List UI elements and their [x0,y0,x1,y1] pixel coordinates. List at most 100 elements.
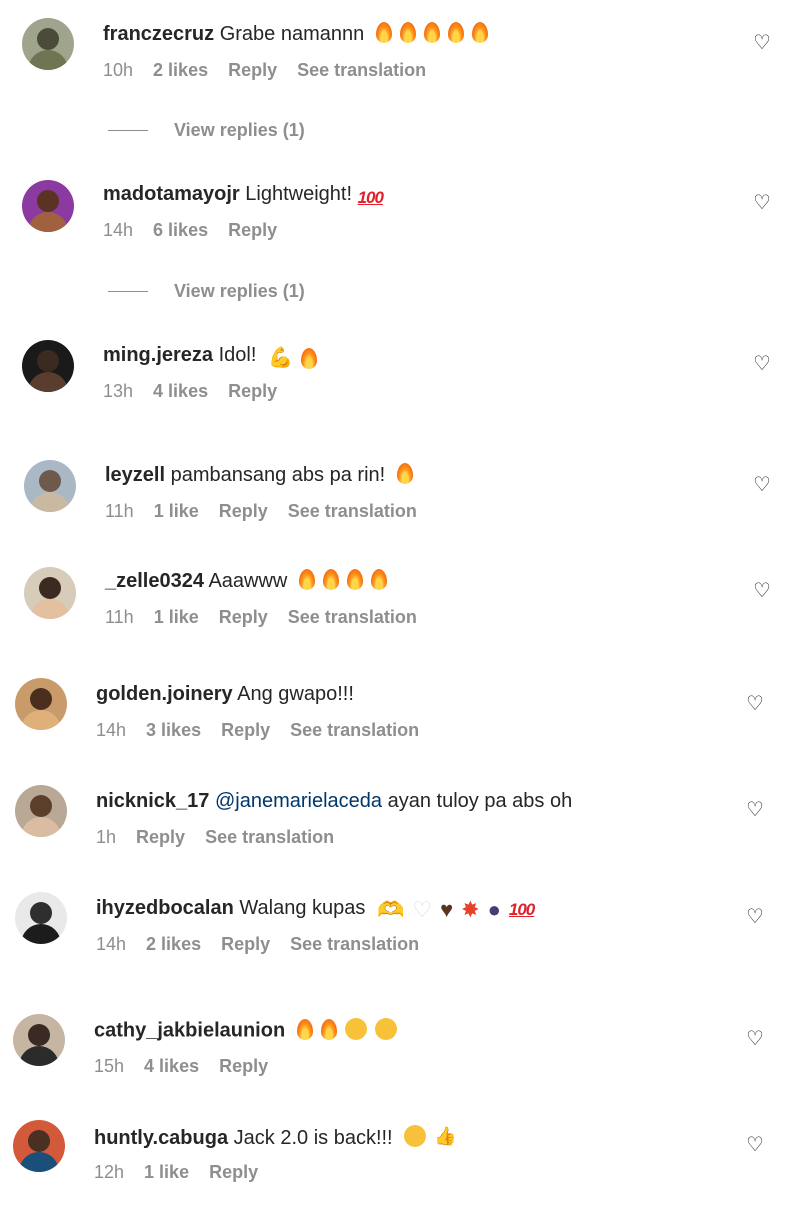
reply-button[interactable]: Reply [136,827,185,848]
mention-link[interactable]: @janemarielaceda [215,790,382,812]
comment-item: golden.joinery Ang gwapo!!! 14h 3 likes … [0,668,800,748]
comment-username[interactable]: cathy_jakbielaunion [94,1020,285,1042]
view-replies-label[interactable]: View replies (1) [174,281,305,302]
fire-emoji-icon [346,569,363,590]
comment-text: Jack 2.0 is back!!! [233,1127,393,1149]
heart-outline-icon[interactable]: ♡ [745,694,765,714]
comment-item: ming.jereza Idol! 💪 13h 4 likes Reply ♡ [0,329,800,409]
comment-time: 14h [96,720,127,740]
see-translation-button[interactable]: See translation [297,60,426,81]
likes-count[interactable]: 1 like [154,501,199,522]
reply-button[interactable]: Reply [228,60,277,81]
reply-button[interactable]: Reply [219,1056,268,1077]
avatar[interactable] [22,18,74,70]
white-heart-emoji-icon: ♡ [412,897,433,922]
comment-username[interactable]: _zelle0324 [105,570,204,592]
fire-emoji-icon [300,347,317,369]
comment-item: cathy_jakbielaunion 15h 4 likes Reply ♡ [0,1004,800,1084]
comment-time: 12h [94,1162,125,1182]
fire-emoji-icon [396,463,413,484]
see-translation-button[interactable]: See translation [288,501,417,522]
see-translation-button[interactable]: See translation [288,607,417,628]
heart-outline-icon[interactable]: ♡ [752,193,772,213]
comment-time: 11h [105,501,134,521]
reply-button[interactable]: Reply [219,501,268,522]
avatar[interactable] [15,678,67,730]
reply-button[interactable]: Reply [221,934,270,955]
hundred-emoji-icon: 100 [357,188,384,207]
comment-username[interactable]: franczecruz [103,23,214,45]
avatar[interactable] [13,1014,65,1066]
comment-time: 10h [103,60,134,80]
reply-button[interactable]: Reply [228,381,277,402]
comment-time: 15h [94,1056,125,1076]
likes-count[interactable]: 2 likes [153,60,208,81]
comment-emojis: 100 [357,186,384,210]
comment-username[interactable]: golden.joinery [96,683,233,705]
avatar[interactable] [15,892,67,944]
fire-emoji-icon [375,22,392,43]
comment-username[interactable]: nicknick_17 [96,790,209,812]
heart-outline-icon[interactable]: ♡ [745,1135,765,1155]
brown-heart-emoji-icon: ♥ [440,897,454,922]
avatar[interactable] [15,785,67,837]
heart-outline-icon[interactable]: ♡ [745,1029,765,1049]
likes-count[interactable]: 1 like [144,1162,189,1183]
comment-item: madotamayojr Lightweight! 100 14h 6 like… [0,168,800,248]
sunglasses-emoji-icon [404,1125,427,1147]
comment-time: 13h [103,381,134,401]
fire-emoji-icon [298,569,315,590]
comment-time: 1h [96,827,117,847]
heart-outline-icon[interactable]: ♡ [752,475,772,495]
comment-username[interactable]: madotamayojr [103,183,240,205]
comment-username[interactable]: ming.jereza [103,344,213,366]
avatar[interactable] [22,180,74,232]
reply-button[interactable]: Reply [221,720,270,741]
see-translation-button[interactable]: See translation [290,934,419,955]
fire-emoji-icon [370,569,387,590]
avatar[interactable] [24,460,76,512]
comment-text: Grabe namannn [219,23,365,45]
reply-button[interactable]: Reply [228,220,277,241]
fire-emoji-icon [423,22,440,43]
comment-emojis [298,569,387,590]
avatar[interactable] [22,340,74,392]
bomb-emoji-icon: ● [487,897,501,922]
likes-count[interactable]: 6 likes [153,220,208,241]
comment-item: leyzell pambansang abs pa rin! 11h 1 lik… [0,449,800,529]
comment-item: huntly.cabuga Jack 2.0 is back!!! 👍 12h … [0,1110,800,1190]
heart-outline-icon[interactable]: ♡ [745,800,765,820]
reply-button[interactable]: Reply [209,1162,258,1183]
heart-outline-icon[interactable]: ♡ [752,354,772,374]
heart-hands-emoji-icon: 🫶 [376,897,405,922]
likes-count[interactable]: 4 likes [153,381,208,402]
comment-emojis: 🫶 ♡ ♥ ✸ ● 100 [376,897,535,922]
comment-username[interactable]: huntly.cabuga [94,1127,228,1149]
likes-count[interactable]: 2 likes [146,934,201,955]
likes-count[interactable]: 4 likes [144,1056,199,1077]
reply-button[interactable]: Reply [219,607,268,628]
heart-outline-icon[interactable]: ♡ [752,581,772,601]
avatar[interactable] [24,567,76,619]
comment-item: nicknick_17 @janemarielaceda ayan tuloy … [0,775,800,855]
heart-outline-icon[interactable]: ♡ [745,907,765,927]
comment-username[interactable]: leyzell [105,464,165,486]
see-translation-button[interactable]: See translation [205,827,334,848]
replies-divider [108,291,148,292]
view-replies-button[interactable]: View replies (1) [108,281,305,302]
view-replies-button[interactable]: View replies (1) [108,120,305,141]
view-replies-label[interactable]: View replies (1) [174,120,305,141]
comment-username[interactable]: ihyzedbocalan [96,897,234,919]
likes-count[interactable]: 3 likes [146,720,201,741]
fire-emoji-icon [447,22,464,43]
comment-time: 14h [103,220,134,240]
avatar[interactable] [13,1120,65,1172]
heart-outline-icon[interactable]: ♡ [752,33,772,53]
fire-emoji-icon [296,1018,313,1040]
fire-emoji-icon [399,22,416,43]
likes-count[interactable]: 1 like [154,607,199,628]
see-translation-button[interactable]: See translation [290,720,419,741]
heart-eyes-emoji-icon [374,1018,397,1040]
thumbs-up-emoji-icon: 👍 [434,1126,457,1146]
comment-text: Lightweight! [245,183,353,205]
